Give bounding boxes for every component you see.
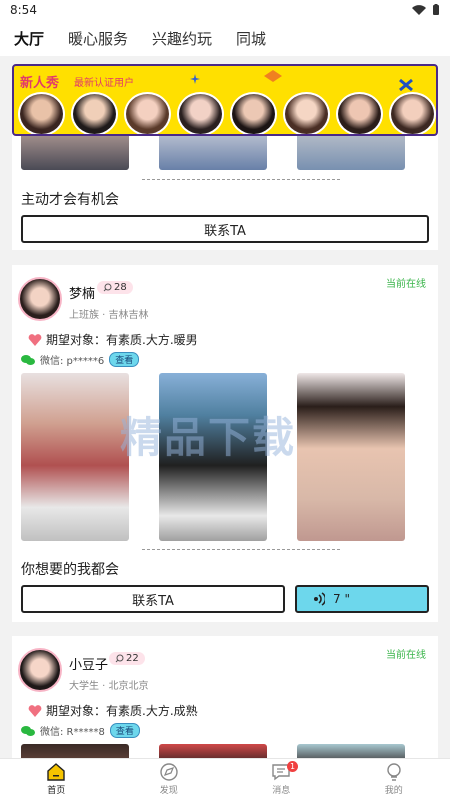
voice-wave-icon (314, 592, 325, 606)
profile-icon (387, 763, 401, 781)
voice-duration: 7 " (333, 592, 350, 606)
photo[interactable] (297, 744, 405, 758)
decor-star-icon (190, 74, 200, 84)
user-name: 梦楠 (69, 287, 96, 302)
bottom-tab-bar: 首页 发现 1 消息 我的 (0, 758, 450, 800)
wechat-icon (21, 725, 35, 736)
expectation: 期望对象：有素质.大方.成熟 (28, 702, 198, 719)
tab-messages-label: 消息 (272, 786, 291, 796)
divider (142, 549, 340, 550)
feed[interactable]: 新人秀 最新认证用户 主动才会有机会 联系TA 梦楠 28 上班族 · 吉林吉林… (0, 56, 450, 758)
card-caption: 你想要的我都会 (21, 562, 119, 578)
user-meta: 大学生 · 北京北京 (69, 681, 149, 692)
photo[interactable] (21, 744, 129, 758)
contact-button[interactable]: 联系TA (21, 215, 429, 243)
age-badge: 22 (109, 652, 145, 665)
expectation-text: 期望对象：有素质.大方.成熟 (46, 704, 198, 718)
online-status: 当前在线 (386, 650, 426, 661)
banner-subtitle: 最新认证用户 (74, 78, 134, 89)
tab-discover-label: 发现 (159, 786, 178, 796)
female-icon (103, 283, 112, 292)
user-meta: 上班族 · 吉林吉林 (69, 310, 149, 321)
avatar[interactable] (177, 92, 224, 134)
top-tabs: 大厅 暖心服务 兴趣约玩 同城 (0, 20, 450, 56)
status-time: 8:54 (10, 3, 37, 17)
wechat-id: 微信: p*****6 (40, 356, 105, 367)
tab-same-city[interactable]: 同城 (236, 28, 266, 49)
tab-interest[interactable]: 兴趣约玩 (152, 28, 212, 49)
status-icons (412, 4, 440, 16)
expectation: 期望对象：有素质.大方.暖男 (28, 331, 198, 348)
banner-title: 新人秀 (20, 76, 60, 91)
tab-discover[interactable]: 发现 (113, 759, 226, 800)
tab-profile-label: 我的 (384, 786, 403, 796)
discover-icon (160, 763, 178, 781)
avatar[interactable] (283, 92, 330, 134)
card-caption: 主动才会有机会 (21, 192, 119, 208)
newcomer-banner[interactable]: 新人秀 最新认证用户 (12, 64, 438, 136)
photo[interactable] (297, 373, 405, 541)
tab-hall[interactable]: 大厅 (14, 28, 45, 51)
voice-intro-button[interactable]: 7 " (295, 585, 429, 613)
expectation-text: 期望对象：有素质.大方.暖男 (46, 333, 198, 347)
photo[interactable] (159, 744, 267, 758)
banner-avatars (18, 92, 436, 134)
age-value: 22 (126, 653, 139, 664)
view-wechat-button[interactable]: 查看 (109, 352, 140, 367)
tab-home[interactable]: 首页 (0, 759, 113, 800)
avatar[interactable] (18, 92, 65, 134)
view-wechat-button[interactable]: 查看 (109, 723, 140, 738)
heart-icon (28, 704, 42, 717)
wechat-id: 微信: R*****8 (40, 727, 105, 738)
tab-warm-service[interactable]: 暖心服务 (68, 28, 128, 49)
watermark: 精品下载 (120, 413, 297, 462)
divider (142, 179, 340, 180)
online-status: 当前在线 (386, 279, 426, 290)
age-badge: 28 (97, 281, 133, 294)
wifi-icon (412, 4, 426, 15)
avatar[interactable] (389, 92, 436, 134)
status-bar: 8:54 (0, 0, 450, 20)
contact-button[interactable]: 联系TA (21, 585, 285, 613)
photo-row (21, 744, 405, 758)
tab-home-label: 首页 (47, 786, 66, 796)
decor-cross-icon (399, 78, 413, 92)
avatar[interactable] (124, 92, 171, 134)
home-icon (47, 763, 65, 781)
avatar[interactable] (230, 92, 277, 134)
avatar[interactable] (18, 648, 62, 692)
tab-messages[interactable]: 1 消息 (225, 759, 338, 800)
tab-profile[interactable]: 我的 (338, 759, 450, 800)
female-icon (115, 654, 124, 663)
wechat-row: 微信: p*****6 查看 (21, 352, 140, 367)
age-value: 28 (114, 282, 127, 293)
avatar[interactable] (18, 277, 62, 321)
avatar[interactable] (71, 92, 118, 134)
decor-diamond-icon (264, 70, 282, 82)
battery-icon (433, 4, 439, 15)
profile-card[interactable]: 小豆子 22 大学生 · 北京北京 当前在线 期望对象：有素质.大方.成熟 微信… (12, 636, 438, 758)
avatar[interactable] (336, 92, 383, 134)
unread-badge: 1 (287, 761, 298, 772)
user-name: 小豆子 (69, 658, 109, 673)
wechat-row: 微信: R*****8 查看 (21, 723, 140, 738)
heart-icon (28, 333, 42, 346)
wechat-icon (21, 354, 35, 365)
photo[interactable] (21, 373, 129, 541)
